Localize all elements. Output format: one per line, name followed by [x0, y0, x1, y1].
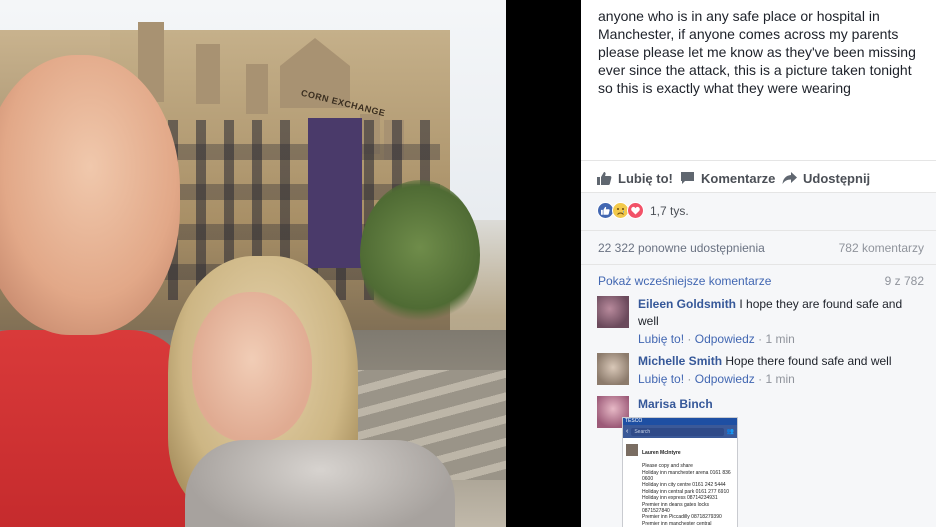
post-panel: anyone who is in any safe place or hospi… [581, 0, 936, 527]
comment-time[interactable]: 1 min [765, 332, 794, 346]
thumbs-up-icon [597, 171, 612, 185]
share-arrow-icon [782, 171, 797, 185]
shares-count[interactable]: 22 322 ponowne udostępnienia [598, 241, 765, 255]
like-button[interactable]: Lubię to! [597, 169, 673, 187]
comment-meta: Lubię to! · Odpowiedz · 1 min [638, 372, 795, 386]
screenshot-search-field: Search [631, 427, 724, 436]
reaction-icons [597, 202, 644, 219]
comment-body: Eileen Goldsmith I hope they are found s… [638, 296, 918, 330]
avatar[interactable] [597, 296, 629, 328]
comment-time[interactable]: 1 min [765, 372, 794, 386]
comment-attached-screenshot[interactable]: TESCO ‹ Search 👥 Lauren McIntyre Please … [622, 417, 738, 527]
comment-author[interactable]: Marisa Binch [638, 397, 713, 411]
post-stats: 22 322 ponowne udostępnienia 782 komenta… [581, 231, 936, 265]
comments-pager: 9 z 782 [884, 274, 924, 288]
screenshot-status-bar: TESCO [623, 418, 737, 425]
love-reaction-icon [627, 202, 644, 219]
reactions-row[interactable]: 1,7 tys. [581, 193, 936, 231]
share-button[interactable]: Udostępnij [782, 169, 870, 187]
friends-icon: 👥 [726, 429, 734, 435]
avatar [626, 444, 638, 456]
reaction-count[interactable]: 1,7 tys. [650, 204, 689, 218]
comment-author[interactable]: Eileen Goldsmith [638, 297, 736, 311]
man-red-shirt [0, 330, 190, 527]
avatar[interactable] [597, 353, 629, 385]
comment-author[interactable]: Michelle Smith [638, 354, 722, 368]
comment-bubble-icon [680, 171, 695, 185]
man-face [0, 55, 180, 335]
post-action-bar: Lubię to! Komentarze Udostępnij [581, 160, 936, 193]
building-banner [308, 118, 362, 268]
screenshot-author: Lauren McIntyre [642, 450, 681, 457]
post-text: anyone who is in any safe place or hospi… [598, 8, 916, 96]
comment-reply-link[interactable]: Odpowiedz [695, 372, 755, 386]
comment-meta: Lubię to! · Odpowiedz · 1 min [638, 332, 795, 346]
like-button-label: Lubię to! [618, 170, 673, 186]
comment-body: Michelle Smith Hope there found safe and… [638, 353, 918, 370]
comments-count[interactable]: 782 komentarzy [839, 241, 924, 255]
comment-like-link[interactable]: Lubię to! [638, 372, 684, 386]
comments-section: Pokaż wcześniejsze komentarze 9 z 782 Ei… [581, 265, 936, 527]
comment-button-label: Komentarze [701, 170, 776, 186]
screenshot-search-bar: ‹ Search 👥 [623, 425, 737, 438]
comment-button[interactable]: Komentarze [680, 169, 775, 187]
post-photo[interactable]: CORN EXCHANGE [0, 0, 506, 527]
screenshot-text: Please copy and share Holiday inn manche… [642, 463, 731, 527]
share-button-label: Udostępnij [803, 170, 871, 186]
comment-like-link[interactable]: Lubię to! [638, 332, 684, 346]
show-earlier-comments-link[interactable]: Pokaż wcześniejsze komentarze [598, 274, 771, 288]
photo-tree [360, 180, 480, 330]
woman-face [192, 292, 312, 442]
comment-text: Hope there found safe and well [725, 354, 892, 368]
back-arrow-icon: ‹ [626, 428, 629, 435]
woman-fur-coat [185, 440, 455, 527]
comment-reply-link[interactable]: Odpowiedz [695, 332, 755, 346]
